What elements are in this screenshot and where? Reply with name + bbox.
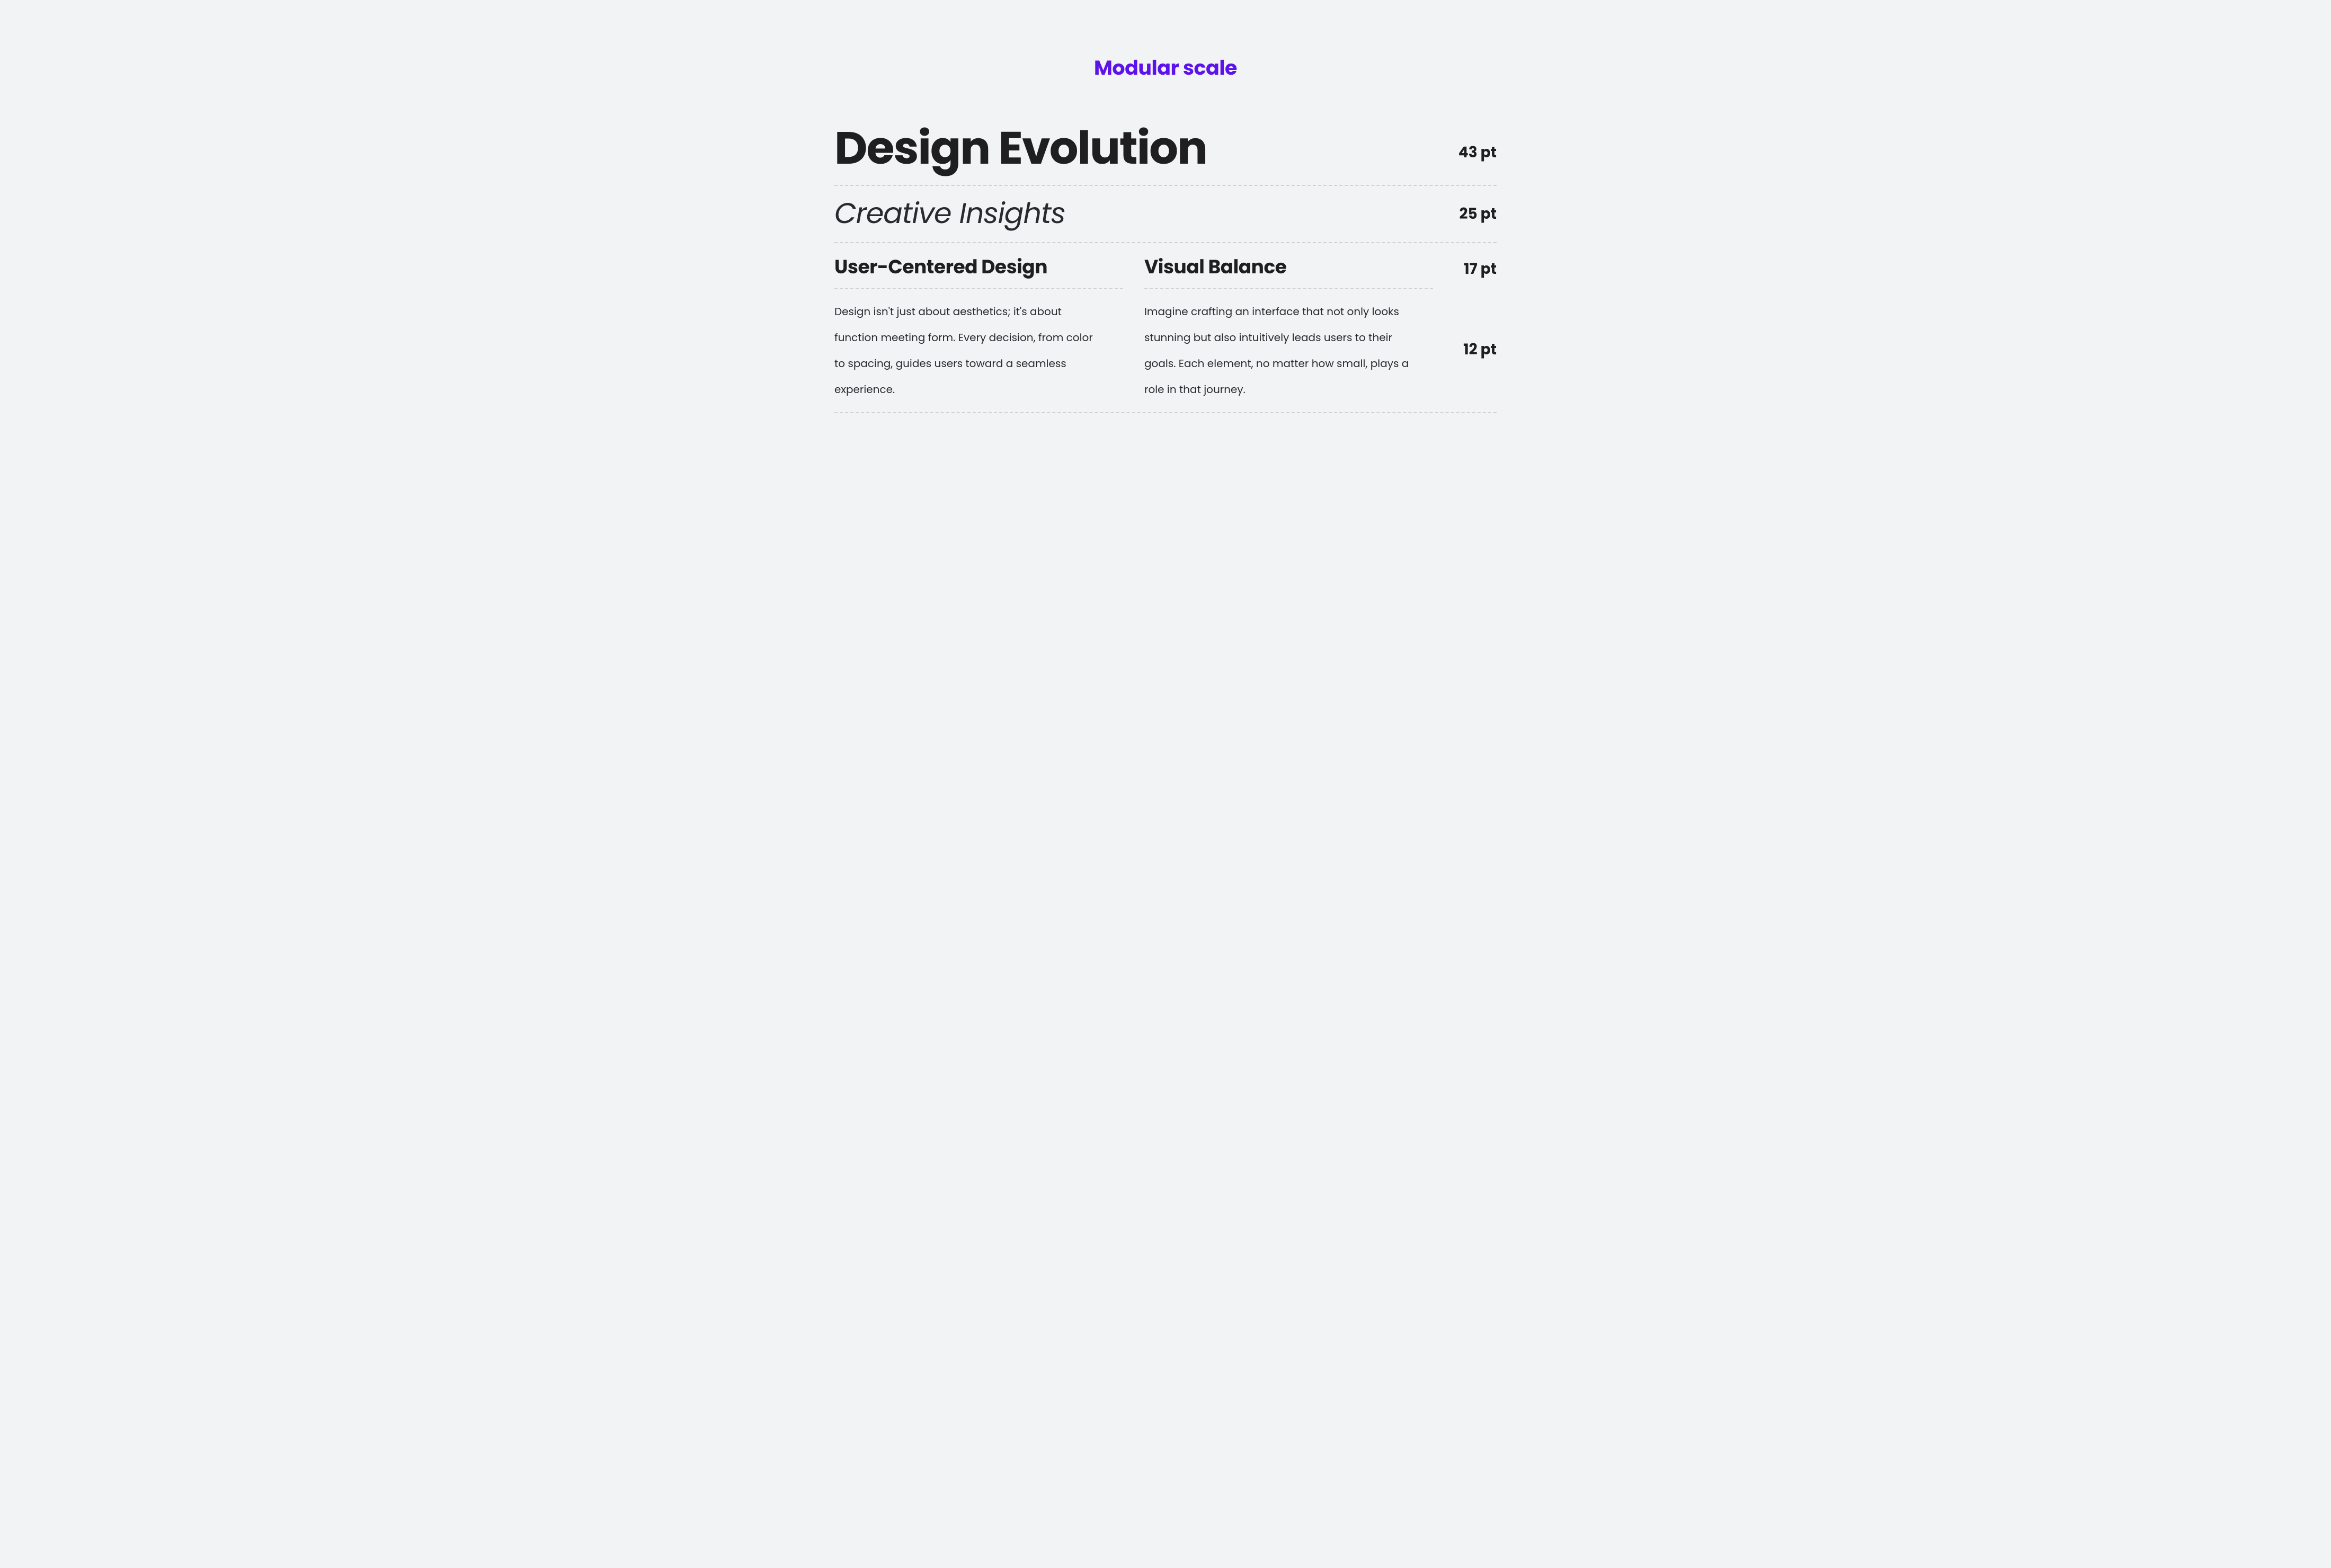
size-label-column: 17 pt 12 pt [1433,243,1497,412]
type-scale-specimen: Modular scale Design Evolution 43 pt Cre… [787,0,1544,445]
scale-columns: User-Centered Design Design isn't just a… [834,243,1497,412]
scale-row-h1: Design Evolution 43 pt [834,120,1497,185]
scale-row-h2: Creative Insights 25 pt [834,186,1497,242]
h3-sample-right: Visual Balance [1144,243,1433,288]
divider [834,412,1497,413]
h2-size-label: 25 pt [1448,203,1497,225]
h3-size-label: 17 pt [1453,258,1497,280]
h2-sample-text: Creative Insights [834,186,1065,242]
body-size-label: 12 pt [1453,338,1497,361]
body-sample-right: Imagine crafting an interface that not o… [1144,289,1433,412]
h1-size-label: 43 pt [1448,141,1497,164]
h3-sample-left: User-Centered Design [834,243,1123,288]
body-sample-left: Design isn't just about aesthetics; it's… [834,289,1123,412]
column-left: User-Centered Design Design isn't just a… [834,243,1123,412]
page-title: Modular scale [834,53,1497,83]
column-right: Visual Balance Imagine crafting an inter… [1144,243,1433,412]
h1-sample-text: Design Evolution [834,120,1207,185]
